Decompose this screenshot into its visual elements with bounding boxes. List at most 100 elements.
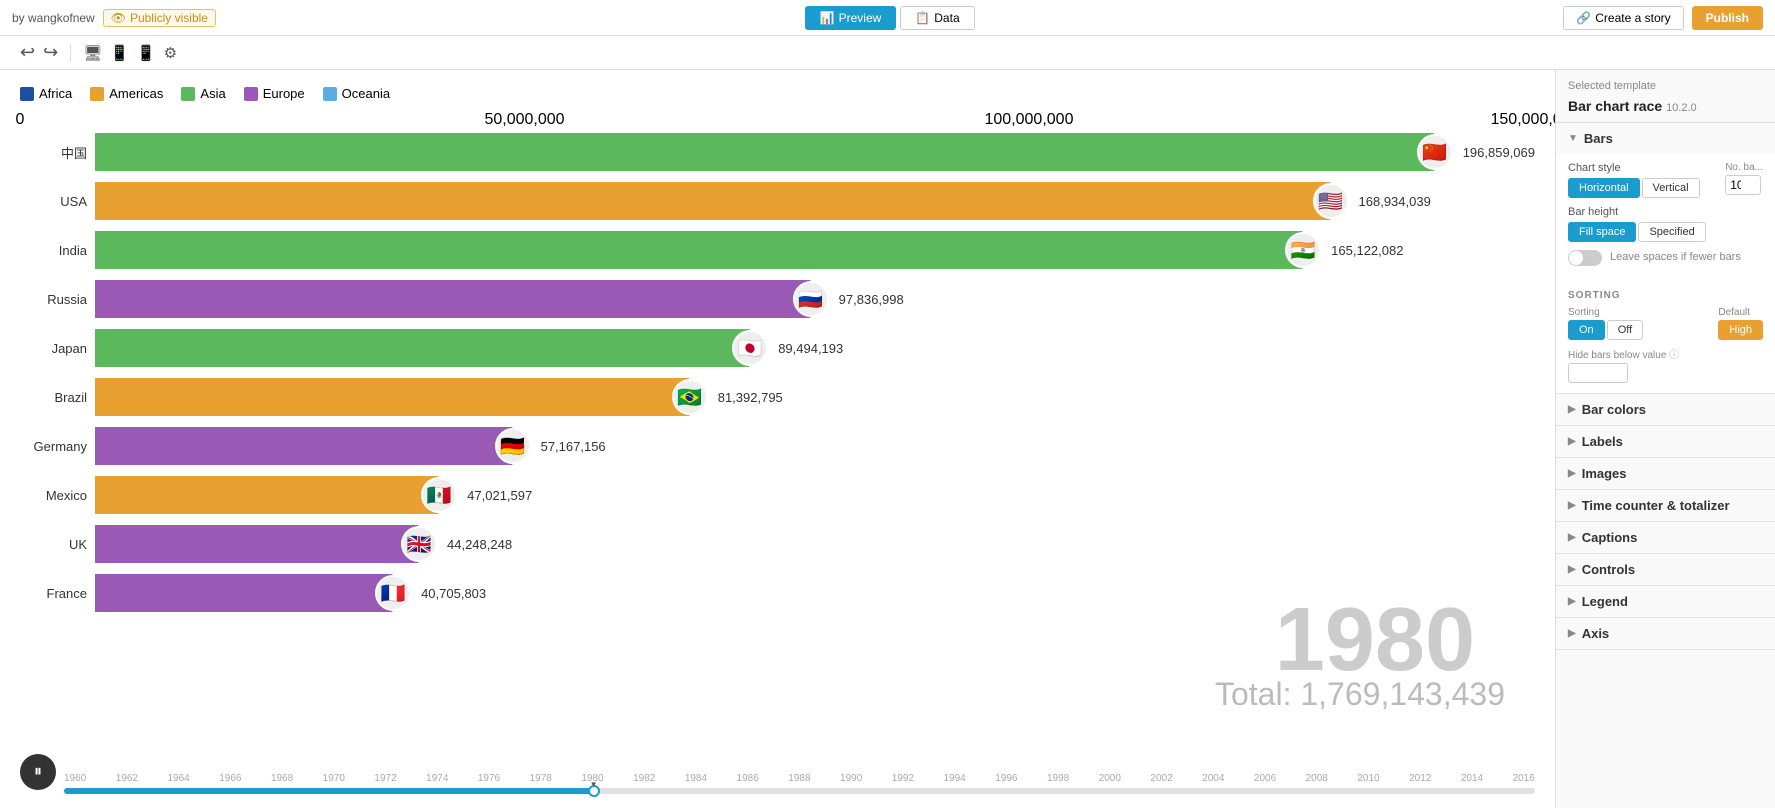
horizontal-btn[interactable]: Horizontal <box>1568 178 1640 198</box>
timeline-track[interactable]: ▼ <box>64 788 1535 794</box>
story-icon: 🔗 <box>1576 11 1591 25</box>
sorting-row: Sorting On Off Default High <box>1568 307 1763 340</box>
sorting-on-btn[interactable]: On <box>1568 320 1605 340</box>
settings-icon[interactable]: ⚙ <box>164 44 177 62</box>
chart-style-label: Chart style <box>1568 162 1700 174</box>
data-tab[interactable]: 📋 Data <box>900 6 974 30</box>
year-1974: 1974 <box>426 773 448 784</box>
publish-button[interactable]: Publish <box>1692 6 1763 30</box>
legend-label-americas: Americas <box>109 86 163 101</box>
desktop-icon[interactable]: 🖥 <box>83 44 102 62</box>
sorting-title: SORTING <box>1568 290 1763 301</box>
info-icon: ⓘ <box>1669 350 1679 361</box>
year-2000: 2000 <box>1099 773 1121 784</box>
divider <box>70 44 71 62</box>
table-row: India 🇮🇳 165,122,082 <box>20 227 1535 273</box>
fill-space-btn[interactable]: Fill space <box>1568 222 1636 242</box>
flag-icon: 🇷🇺 <box>793 281 829 317</box>
data-icon: 📋 <box>915 11 930 25</box>
bar-colors-label: Bar colors <box>1582 402 1646 417</box>
chevron-right-icon: ▶ <box>1568 404 1576 415</box>
legend-header[interactable]: ▶ Legend <box>1556 586 1775 617</box>
year-2006: 2006 <box>1254 773 1276 784</box>
year-2014: 2014 <box>1461 773 1483 784</box>
images-label: Images <box>1582 466 1627 481</box>
bars-section-header[interactable]: ▼ Bars <box>1556 123 1775 154</box>
bar-track: 🇬🇧 44,248,248 <box>95 525 1535 563</box>
bar-track: 🇺🇸 168,934,039 <box>95 182 1535 220</box>
axis-header[interactable]: ▶ Axis <box>1556 618 1775 649</box>
bar-fill: 🇫🇷 <box>95 574 393 612</box>
axis-0: 0 <box>16 111 25 129</box>
year-1972: 1972 <box>374 773 396 784</box>
table-row: Russia 🇷🇺 97,836,998 <box>20 276 1535 322</box>
images-section: ▶ Images <box>1556 458 1775 490</box>
bar-fill: 🇧🇷 <box>95 378 690 416</box>
mobile-icon[interactable]: 📱 <box>137 44 156 62</box>
timeline-arrow: ▼ <box>590 780 598 789</box>
labels-header[interactable]: ▶ Labels <box>1556 426 1775 457</box>
chevron-down-icon: ▼ <box>1568 133 1578 144</box>
flag-icon: 🇫🇷 <box>375 575 411 611</box>
chart-style-row: Chart style Horizontal Vertical No. ba..… <box>1568 162 1763 198</box>
specified-btn[interactable]: Specified <box>1638 222 1705 242</box>
table-row: USA 🇺🇸 168,934,039 <box>20 178 1535 224</box>
controls-header[interactable]: ▶ Controls <box>1556 554 1775 585</box>
legend-item-asia: Asia <box>181 86 225 101</box>
main-area: Africa Americas Asia Europe Oceania 0 50… <box>0 70 1775 808</box>
leave-spaces-toggle[interactable] <box>1568 250 1602 266</box>
sorting-off-btn[interactable]: Off <box>1607 320 1643 340</box>
bar-track: 🇮🇳 165,122,082 <box>95 231 1535 269</box>
country-label: India <box>20 243 95 258</box>
captions-section: ▶ Captions <box>1556 522 1775 554</box>
year-1976: 1976 <box>478 773 500 784</box>
pause-icon: ⏸ <box>34 763 42 781</box>
country-label: USA <box>20 194 95 209</box>
no-bars-input[interactable] <box>1725 175 1761 195</box>
time-counter-header[interactable]: ▶ Time counter & totalizer <box>1556 490 1775 521</box>
high-btn[interactable]: High <box>1718 320 1763 340</box>
year-2012: 2012 <box>1409 773 1431 784</box>
controls-section: ▶ Controls <box>1556 554 1775 586</box>
year-1988: 1988 <box>788 773 810 784</box>
chevron-right-icon: ▶ <box>1568 564 1576 575</box>
year-1964: 1964 <box>167 773 189 784</box>
flag-icon: 🇯🇵 <box>732 330 768 366</box>
year-1994: 1994 <box>943 773 965 784</box>
flag-icon: 🇺🇸 <box>1313 183 1349 219</box>
year-1990: 1990 <box>840 773 862 784</box>
selected-template-label: Selected template <box>1556 70 1775 96</box>
pause-button[interactable]: ⏸ <box>20 754 56 790</box>
captions-label: Captions <box>1582 530 1638 545</box>
tablet-icon[interactable]: 📱 <box>110 44 129 62</box>
axis-150m: 150,000,000 <box>1491 111 1555 129</box>
year-1962: 1962 <box>116 773 138 784</box>
timeline-progress <box>64 788 594 794</box>
bar-fill: 🇬🇧 <box>95 525 419 563</box>
bar-value: 89,494,193 <box>778 341 843 356</box>
bar-value: 165,122,082 <box>1331 243 1403 258</box>
sorting-options: On Off <box>1568 320 1643 340</box>
vertical-btn[interactable]: Vertical <box>1642 178 1700 198</box>
chart-style-group: Chart style Horizontal Vertical <box>1568 162 1700 198</box>
bars-section-label: Bars <box>1584 131 1613 146</box>
year-1970: 1970 <box>323 773 345 784</box>
bar-fill: 🇮🇳 <box>95 231 1303 269</box>
year-2010: 2010 <box>1357 773 1379 784</box>
images-header[interactable]: ▶ Images <box>1556 458 1775 489</box>
bar-value: 81,392,795 <box>718 390 783 405</box>
axis-section: ▶ Axis <box>1556 618 1775 650</box>
time-counter-section: ▶ Time counter & totalizer <box>1556 490 1775 522</box>
legend-section: ▶ Legend <box>1556 586 1775 618</box>
undo-icon[interactable]: ↩ <box>20 42 35 63</box>
axis-labels-row: 0 50,000,000 100,000,000 150,000,000 <box>20 111 1535 127</box>
create-story-button[interactable]: 🔗 Create a story <box>1563 6 1683 30</box>
preview-tab[interactable]: 📊 Preview <box>805 6 897 30</box>
sorting-subsection: SORTING Sorting On Off Default High <box>1556 282 1775 393</box>
year-1978: 1978 <box>530 773 552 784</box>
bar-colors-header[interactable]: ▶ Bar colors <box>1556 394 1775 425</box>
labels-section: ▶ Labels <box>1556 426 1775 458</box>
captions-header[interactable]: ▶ Captions <box>1556 522 1775 553</box>
redo-icon[interactable]: ↪ <box>43 42 58 63</box>
hide-bars-input[interactable] <box>1568 363 1628 383</box>
